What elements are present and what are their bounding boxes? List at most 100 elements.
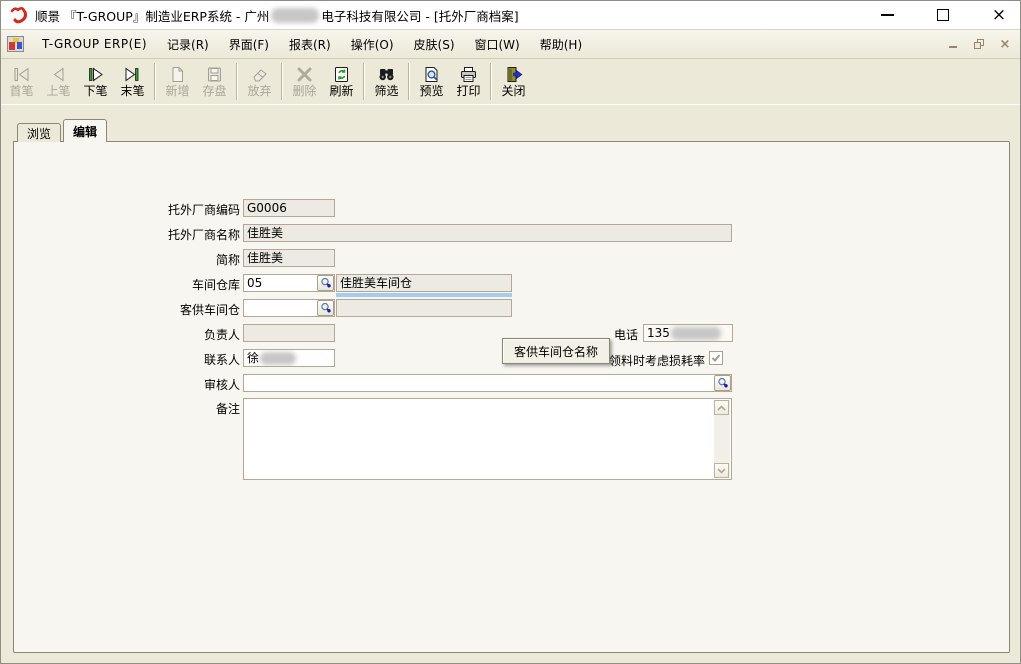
- next-record-button[interactable]: 下笔: [77, 59, 114, 104]
- customer-workshop-warehouse-label: 客供车间仓: [110, 301, 240, 319]
- menu-help[interactable]: 帮助(H): [530, 30, 592, 58]
- manager-field: [243, 324, 335, 342]
- menu-skin[interactable]: 皮肤(S): [404, 30, 465, 58]
- privacy-blur: [671, 327, 721, 340]
- menu-bar: T-GROUP ERP(E) 记录(R) 界面(F) 报表(R) 操作(O) 皮…: [1, 29, 1020, 59]
- exit-door-icon: [503, 65, 524, 84]
- minimize-icon: [881, 14, 894, 16]
- last-record-button[interactable]: 末笔: [114, 59, 151, 104]
- child-restore-icon: [974, 39, 984, 49]
- short-name-field: 佳胜美: [243, 249, 335, 267]
- auditor-label: 审核人: [110, 376, 240, 394]
- preview-icon: [421, 65, 442, 84]
- maximize-button[interactable]: [932, 5, 954, 25]
- remarks-input[interactable]: [243, 398, 732, 480]
- preview-button[interactable]: 预览: [413, 59, 450, 104]
- menu-interface[interactable]: 界面(F): [219, 30, 279, 58]
- privacy-blur: [271, 8, 319, 23]
- manager-label: 负责人: [110, 326, 240, 344]
- remarks-label: 备注: [110, 400, 240, 418]
- short-name-label: 简称: [110, 251, 240, 269]
- print-button[interactable]: 打印: [450, 59, 487, 104]
- menu-tgroup-erp[interactable]: T-GROUP ERP(E): [32, 30, 157, 58]
- magnifier-icon: [320, 277, 332, 289]
- tab-edit[interactable]: 编辑: [63, 119, 107, 142]
- auditor-input[interactable]: [243, 374, 732, 392]
- print-icon: [458, 65, 479, 84]
- discard-button: 放弃: [241, 59, 278, 104]
- menu-operation[interactable]: 操作(O): [341, 30, 404, 58]
- first-record-button: 首笔: [3, 59, 40, 104]
- tab-strip: 浏览 编辑: [17, 119, 109, 142]
- prev-record-icon: [48, 65, 69, 84]
- remarks-scrollbar[interactable]: [714, 400, 730, 478]
- vendor-name-label: 托外厂商名称: [110, 226, 240, 244]
- auditor-lookup-button[interactable]: [714, 375, 731, 391]
- contact-input[interactable]: 徐: [243, 349, 335, 367]
- toolbar-separator: [490, 63, 492, 100]
- chevron-down-icon: [717, 468, 726, 474]
- save-icon: [204, 65, 225, 84]
- edit-panel: 托外厂商编码 G0006 托外厂商名称 佳胜美 简称 佳胜美 车间仓库 05 佳…: [13, 141, 1010, 653]
- workshop-warehouse-lookup-button[interactable]: [317, 275, 334, 291]
- prev-record-button: 上笔: [40, 59, 77, 104]
- menu-window[interactable]: 窗口(W): [465, 30, 530, 58]
- new-button: 新增: [159, 59, 196, 104]
- child-restore-button[interactable]: [972, 37, 986, 51]
- app-logo-icon: [9, 5, 29, 25]
- toolbar-separator: [236, 63, 238, 100]
- loss-rate-checkbox[interactable]: [709, 351, 723, 365]
- delete-icon: [294, 65, 315, 84]
- window-title: 顺景 『T-GROUP』制造业ERP系统 - 广州电子科技有限公司 - [托外厂…: [35, 6, 519, 25]
- child-close-button[interactable]: ×: [998, 37, 1012, 51]
- customer-workshop-warehouse-lookup-button[interactable]: [317, 300, 334, 316]
- vendor-name-field: 佳胜美: [243, 224, 732, 242]
- chevron-up-icon: [717, 405, 726, 411]
- scroll-up-button[interactable]: [714, 400, 729, 415]
- magnifier-icon: [320, 302, 332, 314]
- workshop-warehouse-label: 车间仓库: [110, 276, 240, 294]
- first-record-icon: [11, 65, 32, 84]
- toolbar: 首笔 上笔 下笔 末笔 新增 存盘 放弃 删除: [1, 59, 1020, 105]
- new-icon: [167, 65, 188, 84]
- workshop-warehouse-code-input[interactable]: 05: [243, 274, 335, 292]
- child-minimize-button[interactable]: [946, 37, 960, 51]
- child-close-icon: ×: [1000, 38, 1011, 51]
- menu-record[interactable]: 记录(R): [157, 30, 219, 58]
- phone-input[interactable]: 135: [643, 324, 733, 342]
- tab-browse[interactable]: 浏览: [17, 123, 61, 142]
- next-record-icon: [85, 65, 106, 84]
- maximize-icon: [937, 9, 949, 21]
- workshop-warehouse-name-field: 佳胜美车间仓: [336, 274, 512, 292]
- vendor-code-label: 托外厂商编码: [110, 201, 240, 219]
- title-bar: 顺景 『T-GROUP』制造业ERP系统 - 广州电子科技有限公司 - [托外厂…: [1, 1, 1020, 29]
- delete-button: 删除: [286, 59, 323, 104]
- minimize-button[interactable]: [876, 5, 898, 25]
- form-client-area: 浏览 编辑 托外厂商编码 G0006 托外厂商名称 佳胜美 简称 佳胜美 车间仓…: [1, 105, 1020, 664]
- focus-highlight-bar: [336, 293, 512, 297]
- check-icon: [711, 353, 721, 363]
- toolbar-separator: [281, 63, 283, 100]
- refresh-icon: [331, 65, 352, 84]
- privacy-blur: [260, 352, 296, 365]
- vendor-code-field: G0006: [243, 199, 335, 217]
- customer-workshop-warehouse-code-input[interactable]: [243, 299, 335, 317]
- child-minimize-icon: [949, 46, 957, 48]
- child-system-menu-icon[interactable]: [7, 36, 24, 52]
- refresh-button[interactable]: 刷新: [323, 59, 360, 104]
- filter-button[interactable]: 筛选: [368, 59, 405, 104]
- magnifier-icon: [717, 377, 729, 389]
- contact-label: 联系人: [110, 351, 240, 369]
- menu-report[interactable]: 报表(R): [279, 30, 341, 58]
- close-button[interactable]: ×: [988, 5, 1010, 25]
- close-icon: ×: [992, 7, 1006, 24]
- customer-workshop-warehouse-name-field: [336, 299, 512, 317]
- scroll-down-button[interactable]: [714, 463, 729, 478]
- discard-icon: [249, 65, 270, 84]
- toolbar-separator: [408, 63, 410, 100]
- tooltip-customer-warehouse-name: 客供车间仓名称: [502, 338, 610, 364]
- last-record-icon: [122, 65, 143, 84]
- toolbar-separator: [363, 63, 365, 100]
- filter-icon: [376, 65, 397, 84]
- close-form-button[interactable]: 关闭: [495, 59, 532, 104]
